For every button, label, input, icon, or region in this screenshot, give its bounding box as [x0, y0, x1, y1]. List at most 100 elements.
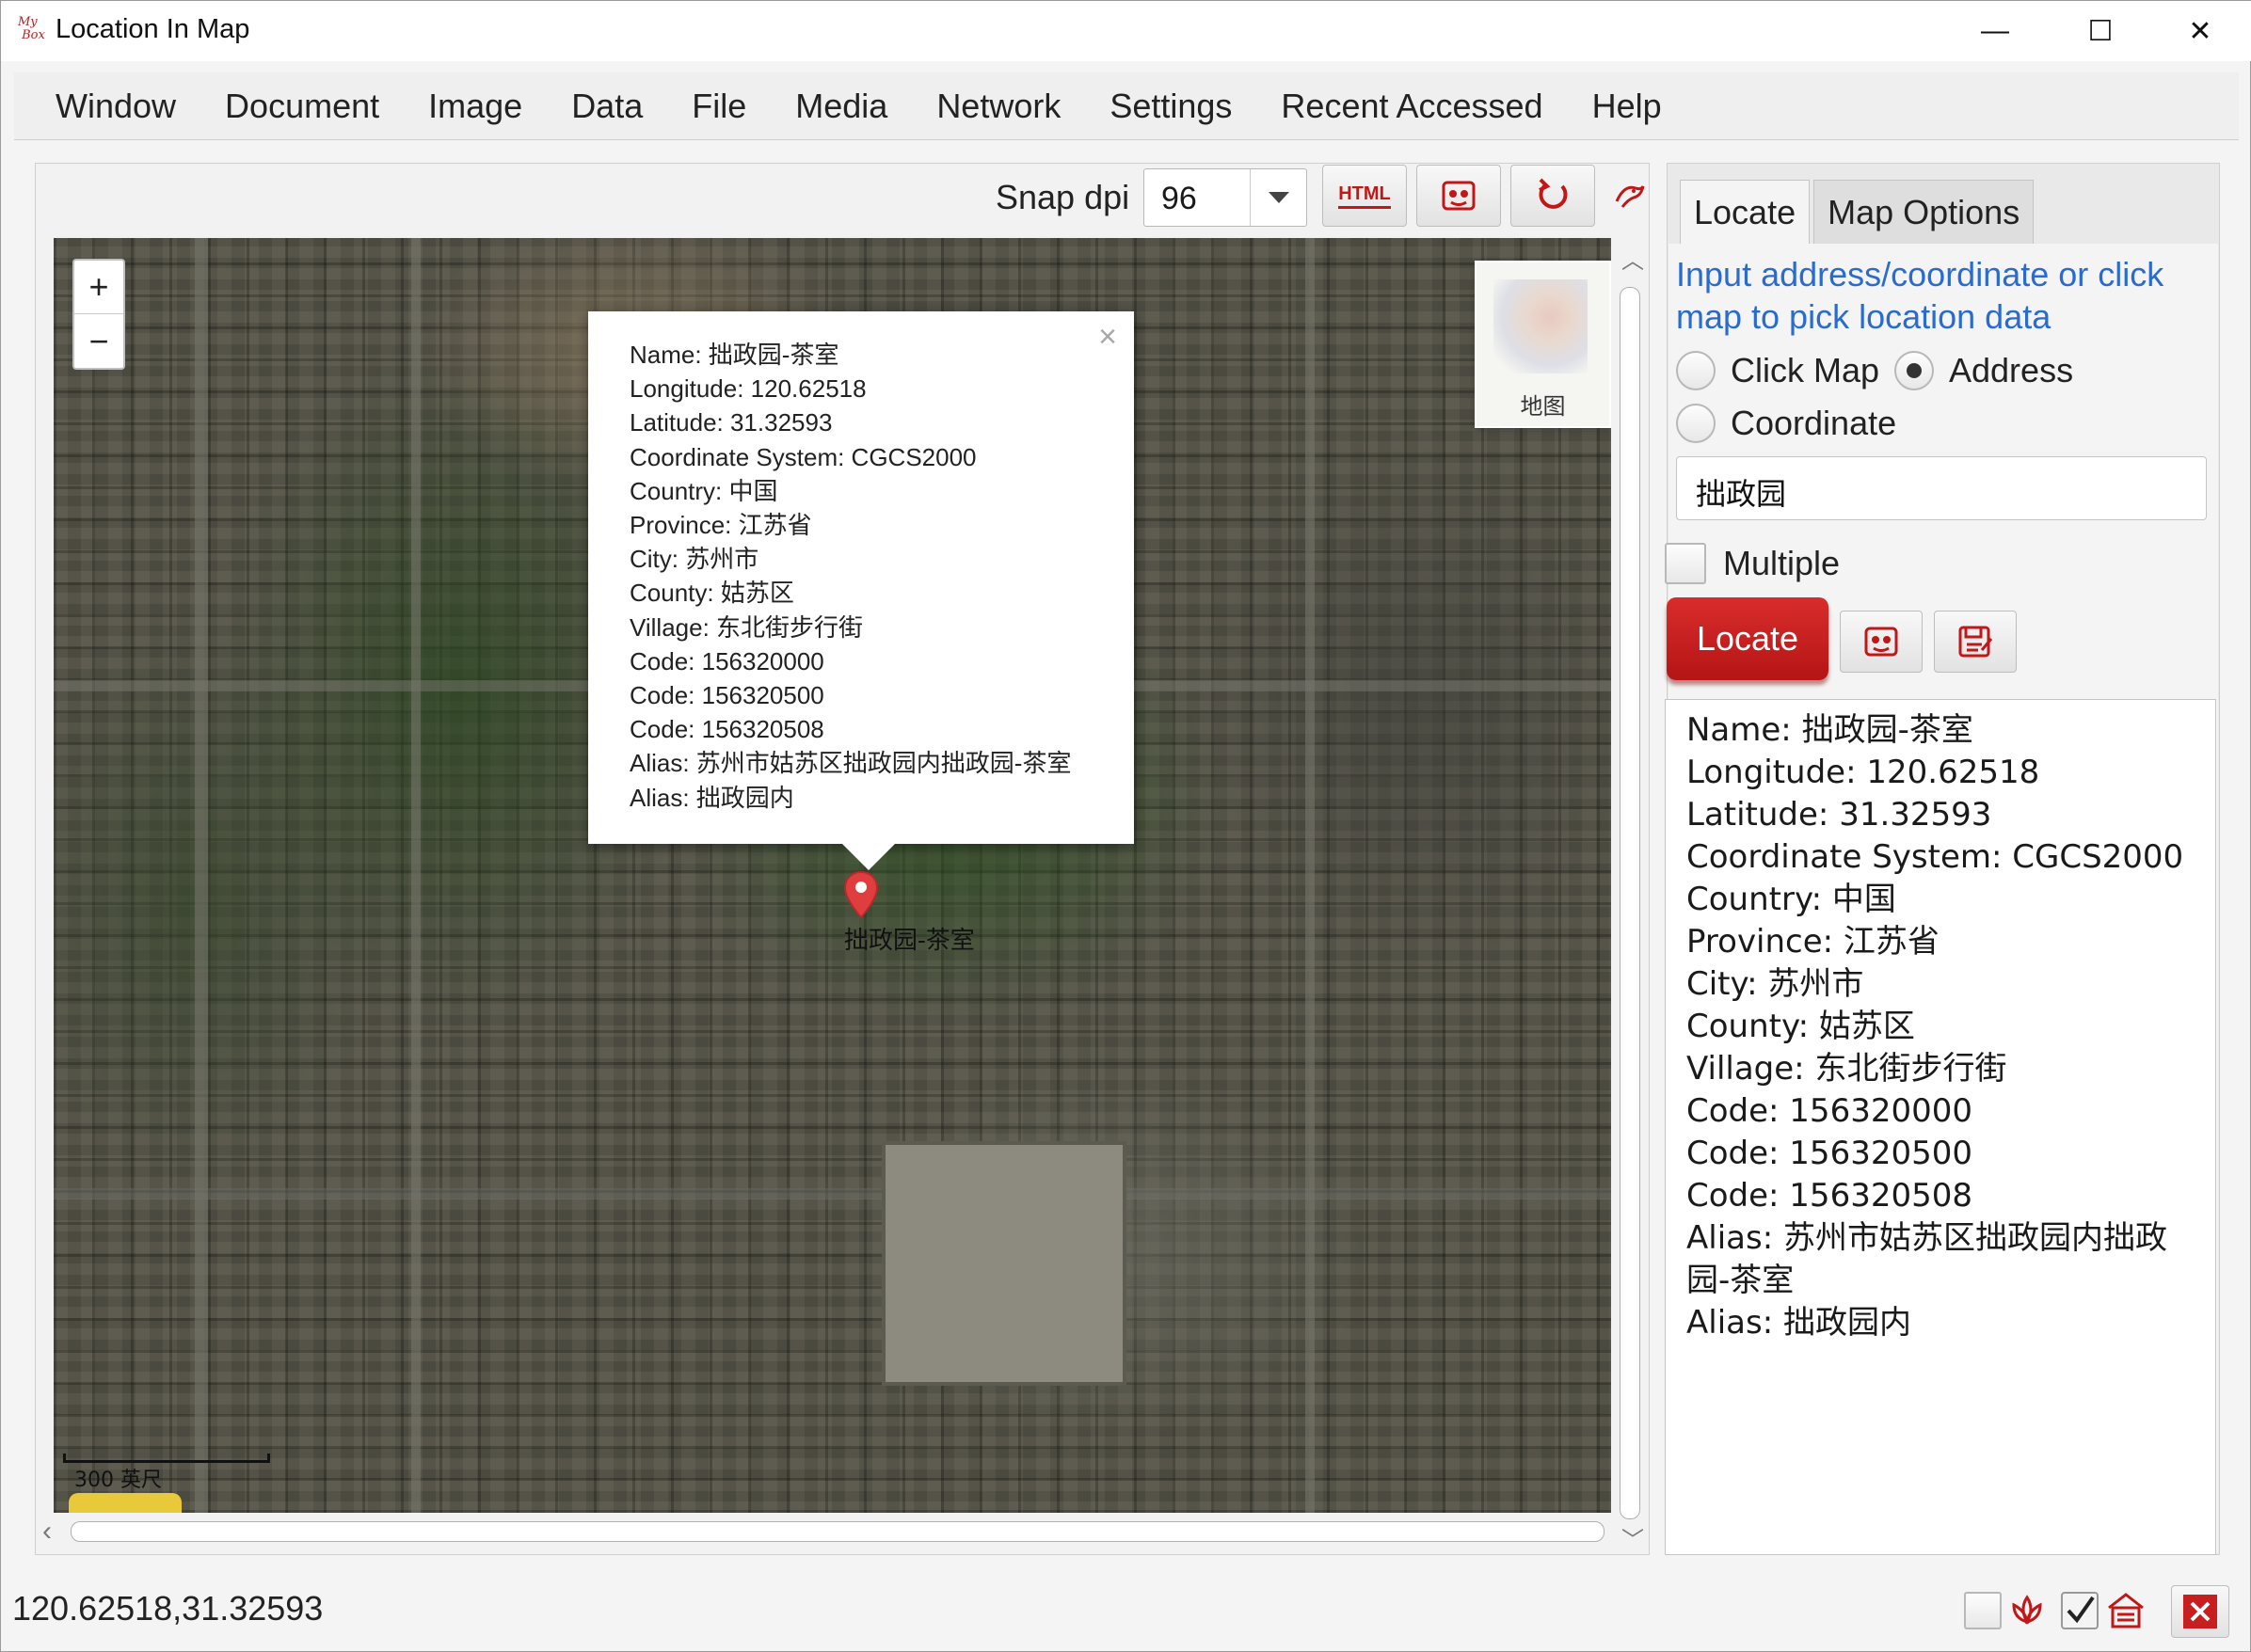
dpi-select[interactable]: 96	[1143, 168, 1307, 227]
multiple-checkbox-row[interactable]: Multiple	[1665, 543, 1840, 584]
locate-hint: Input address/coordinate or click map to…	[1676, 255, 2164, 336]
location-marker-icon[interactable]	[842, 870, 880, 919]
result-line: Longitude: 120.62518	[1686, 754, 2040, 791]
result-line: Code: 156320508	[1686, 1177, 1972, 1215]
result-line: City: 苏州市	[1686, 965, 1864, 1003]
vertical-scroll-thumb[interactable]	[1620, 287, 1640, 1519]
map-provider-logo	[69, 1493, 182, 1513]
result-line: Province: 江苏省	[1686, 923, 1940, 961]
marker-label: 拙政园-茶室	[844, 927, 975, 955]
road	[411, 238, 421, 1513]
zoom-out-button[interactable]: −	[74, 314, 123, 368]
radio-coordinate-label: Coordinate	[1731, 404, 1897, 442]
menu-file[interactable]: File	[667, 87, 771, 126]
scale-label: 300 英尺	[74, 1469, 162, 1492]
result-line: Alias: 苏州市姑苏区拙政园内拙政园-茶室	[1686, 1219, 2167, 1299]
menu-bar: Window Document Image Data File Media Ne…	[14, 72, 2239, 140]
multiple-label: Multiple	[1723, 544, 1841, 582]
refresh-button[interactable]	[1510, 165, 1595, 227]
result-line: Alias: 拙政园内	[1686, 1304, 1911, 1342]
checkbox-icon	[1964, 1592, 2002, 1629]
refresh-icon	[1539, 178, 1568, 209]
scroll-left-icon[interactable]: ‹	[42, 1516, 52, 1548]
dpi-value: 96	[1161, 181, 1197, 216]
snapshot-button[interactable]	[1416, 165, 1501, 227]
window-title: Location In Map	[56, 14, 250, 44]
popup-line: Coordinate System: CGCS2000	[630, 442, 977, 471]
result-line: Name: 拙政园-茶室	[1686, 711, 1973, 749]
parking-lot	[882, 1141, 1126, 1386]
maximize-button[interactable]: ☐	[2067, 7, 2133, 56]
radio-click-map-label: Click Map	[1731, 351, 1880, 389]
info-popup: × Name: 拙政园-茶室 Longitude: 120.62518 Latitu…	[588, 311, 1134, 870]
tab-map-options[interactable]: Map Options	[1813, 180, 2035, 244]
horizontal-scrollbar[interactable]: ‹	[39, 1516, 1616, 1548]
address-input[interactable]: 拙政园	[1676, 456, 2207, 520]
result-line: Village: 东北街步行街	[1686, 1050, 2007, 1088]
status-toggle[interactable]	[1962, 1587, 2004, 1634]
radio-click-map[interactable]: Click Map	[1676, 351, 1879, 390]
menu-settings[interactable]: Settings	[1085, 87, 1256, 126]
bird-icon	[1615, 185, 1645, 208]
radio-click-map-circle[interactable]	[1676, 351, 1716, 390]
check-icon	[2061, 1592, 2099, 1629]
close-icon	[2183, 1595, 2217, 1628]
result-line: Coordinate System: CGCS2000	[1686, 838, 2184, 876]
multiple-checkbox[interactable]	[1665, 543, 1706, 584]
save-button[interactable]	[1934, 611, 2017, 673]
result-line: Code: 156320000	[1686, 1092, 1972, 1130]
radio-address[interactable]: Address	[1894, 351, 2073, 390]
chevron-down-icon[interactable]	[1250, 169, 1306, 226]
minimize-button[interactable]: —	[1962, 7, 2028, 56]
menu-window[interactable]: Window	[14, 87, 200, 126]
menu-document[interactable]: Document	[200, 87, 404, 126]
horizontal-scroll-thumb[interactable]	[71, 1521, 1604, 1542]
lotus-button[interactable]	[2005, 1587, 2049, 1634]
minimap[interactable]: 地图	[1475, 261, 1611, 428]
menu-recent-accessed[interactable]: Recent Accessed	[1256, 87, 1567, 126]
menu-image[interactable]: Image	[404, 87, 547, 126]
popup-close-button[interactable]: ×	[1098, 319, 1117, 356]
popup-line: Country: 中国	[630, 476, 778, 505]
radio-address-circle[interactable]	[1894, 351, 1934, 390]
result-text-area[interactable]: Name: 拙政园-茶室 Longitude: 120.62518 Latitude…	[1665, 699, 2216, 1555]
popup-line: Code: 156320500	[630, 681, 824, 710]
zoom-control: + −	[72, 259, 125, 370]
menu-data[interactable]: Data	[547, 87, 667, 126]
result-line: Latitude: 31.32593	[1686, 796, 1992, 834]
scroll-down-icon[interactable]: ﹀	[1621, 1521, 1644, 1554]
clear-icon	[1864, 627, 1898, 657]
road	[195, 238, 208, 1513]
house-menu-icon	[2108, 1593, 2144, 1628]
html-button[interactable]: HTML	[1322, 165, 1407, 227]
app-logo-icon: My Box	[18, 15, 45, 42]
menu-media[interactable]: Media	[771, 87, 912, 126]
zoom-in-button[interactable]: +	[74, 261, 123, 314]
popup-line: City: 苏州市	[630, 545, 759, 574]
snapshot-icon	[1442, 181, 1476, 211]
menu-help[interactable]: Help	[1568, 87, 1686, 126]
vertical-scrollbar[interactable]: ︿ ﹀	[1616, 238, 1644, 1554]
map-view[interactable]: + − 地图 × Name: 拙政园-茶室 Longitude: 120.6251…	[54, 238, 1611, 1513]
popup-line: Name: 拙政园-茶室	[630, 341, 839, 369]
clear-button[interactable]	[1840, 611, 1923, 673]
road	[1305, 238, 1315, 1513]
result-line: Code: 156320500	[1686, 1135, 1972, 1172]
menu-button[interactable]	[2103, 1587, 2148, 1634]
window-close-button[interactable]: ✕	[2167, 7, 2233, 56]
road	[54, 1188, 1611, 1199]
scroll-up-icon[interactable]: ︿	[1621, 242, 1644, 275]
check-button[interactable]	[2058, 1587, 2101, 1634]
close-panel-button[interactable]	[2171, 1585, 2229, 1638]
tab-locate[interactable]: Locate	[1680, 180, 1811, 244]
locate-button[interactable]: Locate	[1667, 597, 1828, 680]
radio-coordinate[interactable]: Coordinate	[1676, 404, 1896, 443]
result-line: Country: 中国	[1686, 881, 1896, 918]
menu-network[interactable]: Network	[912, 87, 1085, 126]
side-tabs: Locate Map Options	[1680, 180, 2037, 246]
minimap-label: 地图	[1520, 393, 1566, 420]
popup-line: Alias: 苏州市姑苏区拙政园内拙政园-茶室	[630, 749, 1072, 778]
options-button[interactable]	[1612, 172, 1646, 219]
radio-coordinate-circle[interactable]	[1676, 404, 1716, 443]
lotus-icon	[2012, 1595, 2042, 1626]
